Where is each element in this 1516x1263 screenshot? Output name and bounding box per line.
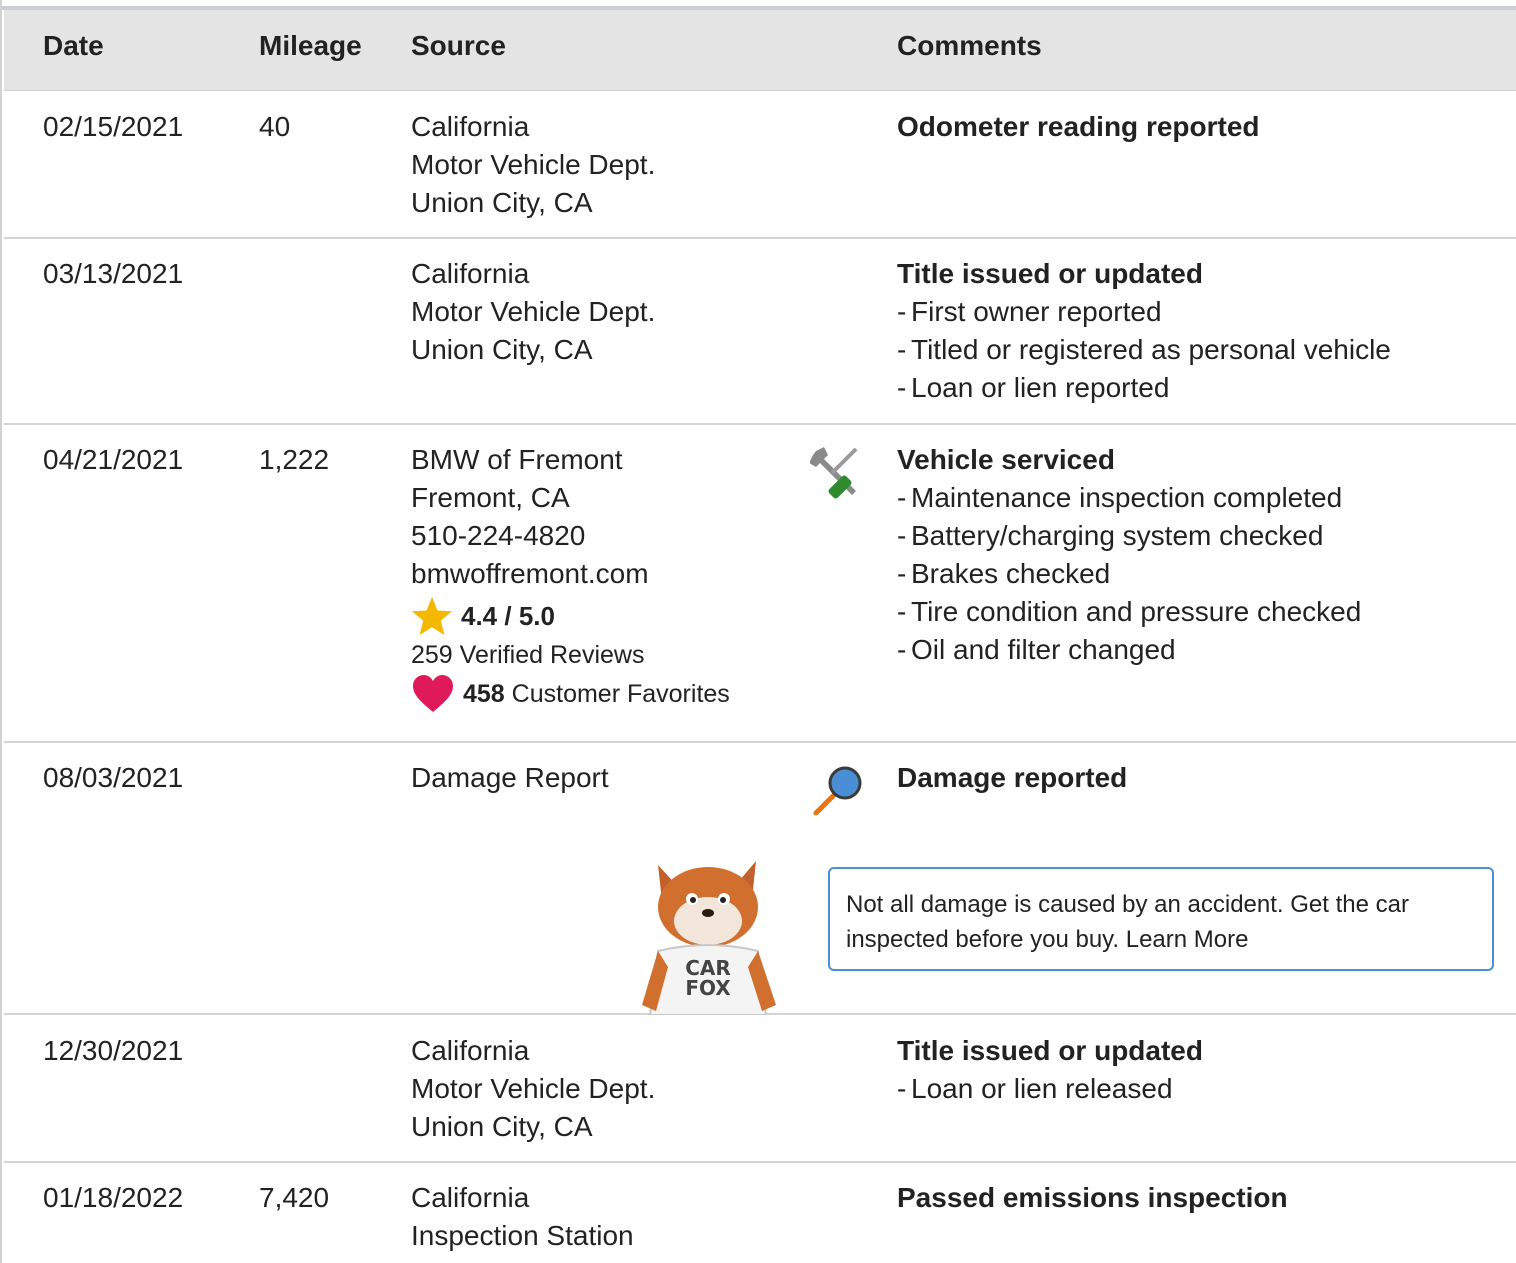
header-mileage: Mileage xyxy=(259,30,362,61)
row-date: 12/30/2021 xyxy=(43,1035,184,1066)
header-source: Source xyxy=(411,30,506,61)
row-source: California Inspection Station xyxy=(411,1179,634,1255)
row-source: California Motor Vehicle Dept. Union Cit… xyxy=(411,108,655,222)
row-date: 08/03/2021 xyxy=(43,762,184,793)
comment-detail: - Loan or lien released xyxy=(897,1073,1173,1104)
source-line: California xyxy=(411,111,530,142)
row-mileage: 1,222 xyxy=(259,444,330,475)
damage-notice[interactable]: Not all damage is caused by an accident.… xyxy=(828,867,1494,971)
source-line: 510-224-4820 xyxy=(411,520,586,551)
comment-title: Damage reported xyxy=(897,762,1128,793)
source-line: Union City, CA xyxy=(411,1111,593,1142)
comment-detail: - Oil and filter changed xyxy=(897,634,1176,665)
comment-detail: - Titled or registered as personal vehicl… xyxy=(897,334,1391,365)
heart-icon xyxy=(413,675,453,712)
source-line: Union City, CA xyxy=(411,187,593,218)
row-comments: Damage reported xyxy=(897,759,1127,797)
comment-detail: - Battery/charging system checked xyxy=(897,520,1324,551)
comment-title: Odometer reading reported xyxy=(897,111,1260,142)
carfox-mascot-icon: CAR FOX xyxy=(642,861,776,1015)
wrench-screwdriver-icon xyxy=(810,447,858,499)
table-header: Date Mileage Source Comments xyxy=(4,10,1516,91)
table-row: 01/18/2022 7,420 California Inspection S… xyxy=(4,1163,1516,1263)
row-source: California Motor Vehicle Dept. Union Cit… xyxy=(411,255,655,369)
source-line: Union City, CA xyxy=(411,334,593,365)
comment-title: Title issued or updated xyxy=(897,1035,1203,1066)
source-line: Motor Vehicle Dept. xyxy=(411,1073,656,1104)
comment-title: Title issued or updated xyxy=(897,258,1203,289)
source-line: Inspection Station xyxy=(411,1220,634,1251)
row-comments: Title issued or updated - Loan or lien re… xyxy=(897,1032,1203,1108)
favorites-label: Customer Favorites xyxy=(511,680,730,708)
row-source: California Motor Vehicle Dept. Union Cit… xyxy=(411,1032,655,1146)
history-table: Date Mileage Source Comments 02/15/2021 … xyxy=(0,0,1516,1263)
comment-detail: - Maintenance inspection completed xyxy=(897,482,1343,513)
row-comments: Odometer reading reported xyxy=(897,108,1260,146)
source-line: Damage Report xyxy=(411,762,609,793)
source-line: California xyxy=(411,258,530,289)
row-source: BMW of Fremont Fremont, CA 510-224-4820 … xyxy=(411,441,730,715)
magnifier-icon xyxy=(813,766,862,816)
source-line: California xyxy=(411,1182,530,1213)
source-line: Fremont, CA xyxy=(411,482,570,513)
row-comments: Title issued or updated - First owner rep… xyxy=(897,255,1391,407)
row-comments: Passed emissions inspection xyxy=(897,1179,1288,1217)
row-date: 01/18/2022 xyxy=(43,1182,184,1213)
row-date: 02/15/2021 xyxy=(43,111,184,142)
comment-title: Vehicle serviced xyxy=(897,444,1115,475)
dealer-rating[interactable]: 4.4 / 5.0 xyxy=(411,595,730,637)
source-line: California xyxy=(411,1035,530,1066)
header-date: Date xyxy=(43,30,104,61)
comment-detail: - First owner reported xyxy=(897,296,1162,327)
dealer-website-link[interactable]: bmwoffremont.com xyxy=(411,555,730,593)
row-mileage: 40 xyxy=(259,111,291,142)
row-date: 03/13/2021 xyxy=(43,258,184,289)
rating-value: 4.4 / 5.0 xyxy=(461,601,555,631)
row-source: Damage Report xyxy=(411,759,609,797)
comment-detail: - Tire condition and pressure checked xyxy=(897,596,1362,627)
row-date: 04/21/2021 xyxy=(43,444,184,475)
mascot-shirt-text-2: FOX xyxy=(685,976,731,1000)
table-row: 08/03/2021 Damage Report Damage reported xyxy=(4,743,1516,1015)
comment-detail: - Loan or lien reported xyxy=(897,372,1170,403)
comment-title: Passed emissions inspection xyxy=(897,1182,1288,1213)
customer-favorites: 458 Customer Favorites xyxy=(411,673,730,715)
header-comments: Comments xyxy=(897,30,1042,61)
row-mileage: 7,420 xyxy=(259,1182,330,1213)
verified-reviews-link[interactable]: 259 Verified Reviews xyxy=(411,637,730,673)
source-line: BMW of Fremont xyxy=(411,444,623,475)
star-icon xyxy=(412,597,452,635)
table-row: 02/15/2021 40 California Motor Vehicle D… xyxy=(4,91,1516,239)
source-line: Motor Vehicle Dept. xyxy=(411,296,656,327)
table-row: 12/30/2021 California Motor Vehicle Dept… xyxy=(4,1015,1516,1163)
source-line: Motor Vehicle Dept. xyxy=(411,149,656,180)
favorites-count: 458 xyxy=(463,680,505,708)
row-comments: Vehicle serviced - Maintenance inspection… xyxy=(897,441,1361,669)
table-row: 03/13/2021 California Motor Vehicle Dept… xyxy=(4,239,1516,425)
comment-detail: - Brakes checked xyxy=(897,558,1111,589)
table-row: 04/21/2021 1,222 BMW of Fremont Fremont,… xyxy=(4,425,1516,743)
